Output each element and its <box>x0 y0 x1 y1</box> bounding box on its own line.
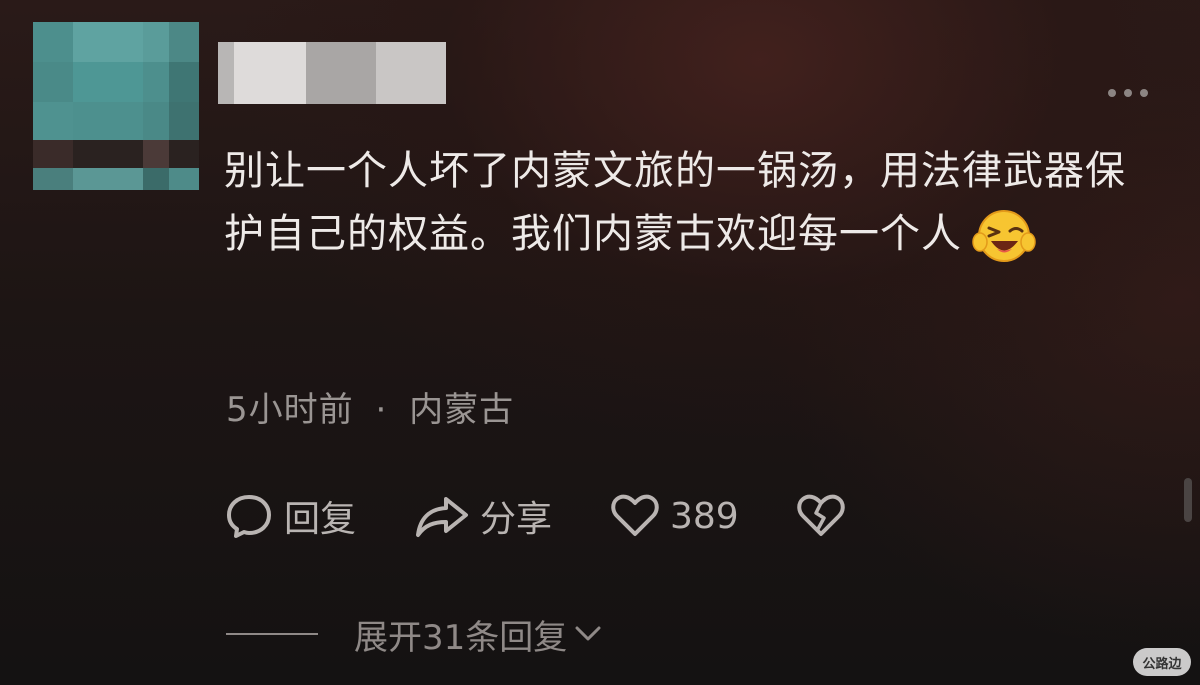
expand-replies-button[interactable]: 展开31条回复 <box>226 604 605 664</box>
action-bar: 回复 分享 389 <box>224 488 846 544</box>
like-button[interactable]: 389 <box>610 491 796 541</box>
expand-label: 展开31条回复 <box>354 617 568 658</box>
more-icon[interactable] <box>1108 86 1156 100</box>
share-button[interactable]: 分享 <box>414 490 610 542</box>
more-dot <box>1108 89 1116 97</box>
meta-separator: · <box>375 390 388 430</box>
more-dot <box>1140 89 1148 97</box>
avatar[interactable] <box>33 22 199 190</box>
heart-icon <box>611 494 659 536</box>
like-count: 389 <box>670 495 739 537</box>
dislike-button[interactable] <box>796 491 846 541</box>
comment-text: 别让一个人坏了内蒙文旅的一锅汤，用法律武器保护自己的权益。我们内蒙古欢迎每一个人 <box>224 140 1134 266</box>
comment-meta: 5小时前 · 内蒙古 <box>226 382 514 431</box>
more-dot <box>1124 89 1132 97</box>
username[interactable] <box>218 42 446 104</box>
comment-time: 5小时前 <box>226 390 354 430</box>
reply-button[interactable]: 回复 <box>224 490 414 542</box>
reply-label: 回复 <box>284 499 357 540</box>
chevron-down-icon <box>575 626 601 641</box>
share-label: 分享 <box>480 499 553 540</box>
comment-location: 内蒙古 <box>409 390 515 430</box>
watermark: 公路边 <box>1133 648 1191 676</box>
scrollbar[interactable] <box>1184 478 1192 522</box>
laughing-face-emoji <box>972 210 1036 262</box>
broken-heart-icon <box>797 494 845 536</box>
share-arrow-icon <box>416 497 468 537</box>
reply-bubble-icon <box>227 495 271 538</box>
expand-divider <box>226 633 318 635</box>
